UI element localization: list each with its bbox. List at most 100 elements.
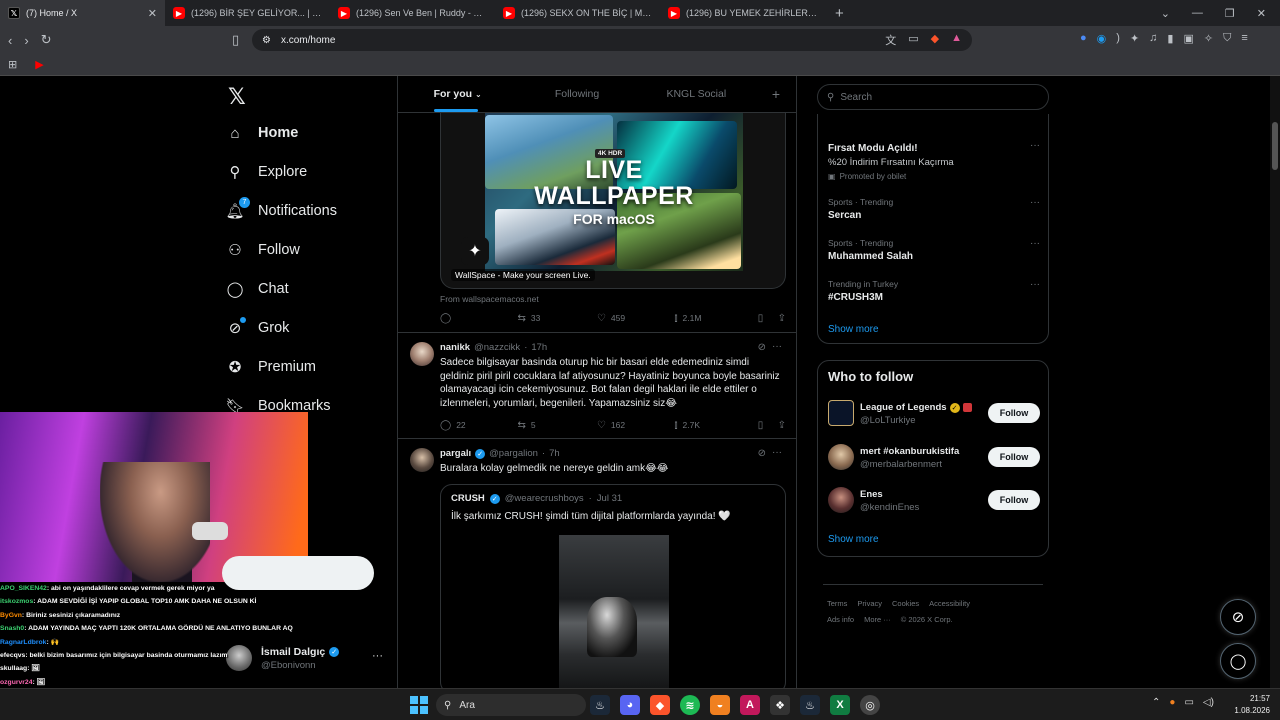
show-more-link[interactable]: Show more <box>828 324 879 335</box>
browser-tab[interactable]: 𝕏 (7) Home / X ✕ <box>0 0 165 26</box>
tweet-time[interactable]: 17h <box>531 342 547 353</box>
views-button[interactable]: ⫾ 2.1M <box>674 313 757 324</box>
vpn-icon[interactable]: ⛉ <box>1223 32 1231 45</box>
spotify-icon[interactable]: ≋ <box>680 695 700 715</box>
more-options-icon[interactable]: ··· <box>772 341 782 352</box>
steam-icon[interactable]: ♨ <box>590 695 610 715</box>
x-logo-icon[interactable]: 𝕏 <box>228 84 246 110</box>
ad-media-card[interactable]: 4K HDR LIVE WALLPAPER FOR macOS ✦ WallSp… <box>440 113 786 289</box>
trend-item[interactable]: Fırsat Modu Açıldı! %20 İndirim Fırsatın… <box>828 140 1040 181</box>
nav-item-notifications[interactable]: 🔔︎ 7 Notifications <box>225 197 337 220</box>
footer-link[interactable]: Terms <box>827 599 847 608</box>
brave-icon[interactable]: ◆ <box>650 695 670 715</box>
retweet-button[interactable]: ⇆ 33 <box>517 313 596 324</box>
footer-link[interactable]: Cookies <box>892 599 919 608</box>
app-icon[interactable]: ◒ <box>710 695 730 715</box>
nav-item-explore[interactable]: ⚲ Explore <box>226 163 308 181</box>
extensions-puzzle-icon[interactable]: ✦ <box>1130 32 1139 45</box>
back-icon[interactable]: ‹ <box>8 33 12 48</box>
extension-icon[interactable]: ◉ <box>1097 32 1107 45</box>
like-button[interactable]: ♡ 459 <box>597 313 674 324</box>
new-tab-button[interactable]: + <box>825 5 854 22</box>
author-name[interactable]: nanikk <box>440 342 470 353</box>
follow-suggestion[interactable]: Enes @kendinEnes Follow <box>828 487 1040 515</box>
trend-item[interactable]: Sports · Trending Muhammed Salah ··· <box>828 238 1040 262</box>
browser-tab[interactable]: ▶ (1296) Sen Ve Ben | Ruddy - YouTube <box>330 0 495 26</box>
more-options-icon[interactable]: ··· <box>772 447 782 458</box>
follow-suggestion[interactable]: mert #okanburukistifa @merbalarbenmert F… <box>828 444 1040 472</box>
author-handle[interactable]: @nazzcikk <box>474 342 520 353</box>
excel-icon[interactable]: X <box>830 695 850 715</box>
follow-button[interactable]: Follow <box>988 447 1040 467</box>
browser-tab[interactable]: ▶ (1296) BU YEMEK ZEHİRLER! EFE UYG <box>660 0 825 26</box>
bookmark-page-icon[interactable]: ▯ <box>232 32 239 48</box>
grok-explain-icon[interactable]: ⊘ <box>758 448 766 459</box>
grok-fab-button[interactable]: ⊘ <box>1220 599 1256 635</box>
footer-link[interactable]: More ··· <box>864 615 891 624</box>
music-icon[interactable]: ♫ <box>1149 32 1157 45</box>
more-options-icon[interactable]: ··· <box>1030 197 1040 208</box>
extension-icon[interactable]: ● <box>1080 32 1087 45</box>
tab-search-icon[interactable]: ⌄ <box>1161 7 1170 20</box>
discord-icon[interactable]: ◕ <box>620 695 640 715</box>
nav-item-premium[interactable]: ✪ Premium <box>226 358 316 376</box>
footer-link[interactable]: Privacy <box>857 599 882 608</box>
footer-link[interactable]: Accessibility <box>929 599 970 608</box>
forward-icon[interactable]: › <box>24 33 28 48</box>
app-tray-icon[interactable]: ● <box>1169 697 1175 708</box>
app-icon[interactable]: A <box>740 695 760 715</box>
more-options-icon[interactable]: ··· <box>1030 279 1040 290</box>
follow-button[interactable]: Follow <box>988 403 1040 423</box>
avatar[interactable] <box>410 342 434 366</box>
share-button[interactable]: ⇪ <box>778 420 786 431</box>
maximize-button[interactable]: ❐ <box>1225 7 1235 20</box>
show-more-link[interactable]: Show more <box>828 534 879 545</box>
bookmark-button[interactable]: ▯ <box>758 313 778 324</box>
quote-video[interactable] <box>559 535 669 688</box>
steam-icon[interactable]: ♨ <box>800 695 820 715</box>
brave-rewards-icon[interactable]: ▲ <box>951 32 962 48</box>
youtube-bookmark-icon[interactable]: ▶ <box>35 58 43 71</box>
avatar[interactable] <box>828 487 854 513</box>
tab-for-you[interactable]: For you ⌄ <box>398 76 517 112</box>
system-clock[interactable]: 21:57 1.08.2026 <box>1226 693 1270 717</box>
more-options-icon[interactable]: ··· <box>1030 238 1040 249</box>
bookmark-button[interactable]: ▯ <box>758 420 778 431</box>
site-info-icon[interactable]: ⚙ <box>262 35 271 46</box>
translate-icon[interactable]: 文 <box>885 32 896 48</box>
scrollbar-thumb[interactable] <box>1272 122 1278 170</box>
menu-icon[interactable]: ≡ <box>1241 32 1247 45</box>
reload-icon[interactable]: ↻ <box>41 32 52 48</box>
browser-tab[interactable]: ▶ (1296) SEKX ON THE BİÇ | Madara Of <box>495 0 660 26</box>
app-icon[interactable]: ❖ <box>770 695 790 715</box>
nav-item-follow[interactable]: ⚇ Follow <box>226 241 300 259</box>
reply-button[interactable]: ◯ <box>440 313 517 324</box>
author-name[interactable]: pargalı <box>440 448 471 459</box>
avatar[interactable] <box>828 444 854 470</box>
close-tab-icon[interactable]: ✕ <box>148 7 157 20</box>
app-icon[interactable]: ◎ <box>860 695 880 715</box>
extension-icon[interactable]: ) <box>1116 32 1120 45</box>
more-options-icon[interactable]: ··· <box>1030 140 1040 151</box>
quoted-tweet[interactable]: CRUSH ✓ @wearecrushboys · Jul 31 İlk şar… <box>440 484 786 688</box>
apps-grid-icon[interactable]: ⊞ <box>8 58 17 71</box>
retweet-button[interactable]: ⇆ 5 <box>517 420 596 431</box>
tweet-time[interactable]: 7h <box>549 448 560 459</box>
follow-suggestion[interactable]: League of Legends ✓ @LoLTurkiye Follow <box>828 400 1040 428</box>
chat-fab-button[interactable]: ◯ <box>1220 643 1256 679</box>
close-window-button[interactable]: ✕ <box>1257 7 1266 20</box>
nav-item-home[interactable]: ⌂ Home <box>226 124 298 142</box>
footer-link[interactable]: Ads info <box>827 615 854 624</box>
share-button[interactable]: ⇪ <box>778 313 786 324</box>
reply-button[interactable]: ◯ 22 <box>440 420 517 431</box>
avatar[interactable] <box>410 448 434 472</box>
author-handle[interactable]: @pargalion <box>489 448 538 459</box>
trend-item[interactable]: Sports · Trending Sercan ··· <box>828 197 1040 221</box>
grok-explain-icon[interactable]: ⊘ <box>758 342 766 353</box>
tab-following[interactable]: Following <box>517 76 636 112</box>
tweet[interactable]: nanikk @nazzcikk · 17h ⊘ ··· Sadece bilg… <box>398 332 796 438</box>
chevron-up-icon[interactable]: ⌃ <box>1152 697 1160 708</box>
leo-icon[interactable]: ✧ <box>1204 32 1213 45</box>
tab-kngl-social[interactable]: KNGL Social <box>637 76 756 112</box>
address-bar[interactable]: ⚙ x.com/home 文 ▭ ◆ ▲ <box>252 29 972 51</box>
